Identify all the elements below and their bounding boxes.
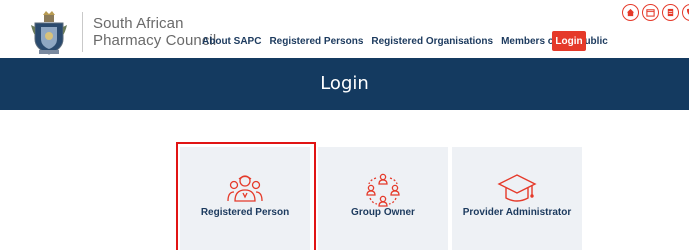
login-button[interactable]: Login xyxy=(552,31,586,51)
brand-name-line2: Pharmacy Council xyxy=(93,32,217,49)
brand-name-line1: South African xyxy=(93,15,184,32)
card-label-provider-administrator: Provider Administrator xyxy=(462,207,572,218)
card-label-registered-person: Registered Person xyxy=(200,207,290,218)
graduation-cap-icon xyxy=(452,171,582,209)
page-title: Login xyxy=(320,73,369,94)
site-header: South African Pharmacy Council About SAP… xyxy=(0,0,689,58)
brand-name[interactable]: South African Pharmacy Council xyxy=(93,15,216,49)
page-banner: Login xyxy=(0,58,689,110)
quick-links xyxy=(622,4,689,21)
login-option-provider-administrator[interactable]: Provider Administrator xyxy=(452,147,582,250)
sapc-crest-logo[interactable] xyxy=(29,9,69,55)
phone-icon[interactable] xyxy=(682,4,689,21)
nav-item-registered-persons[interactable]: Registered Persons xyxy=(269,36,363,47)
nav-item-about-sapc[interactable]: About SAPC xyxy=(202,36,261,47)
card-label-group-owner: Group Owner xyxy=(351,207,415,218)
document-icon[interactable] xyxy=(662,4,679,21)
logo-divider xyxy=(82,12,83,52)
nav-item-registered-organisations[interactable]: Registered Organisations xyxy=(371,36,493,47)
home-icon[interactable] xyxy=(622,4,639,21)
calendar-icon[interactable] xyxy=(642,4,659,21)
registered-person-icon xyxy=(180,171,310,209)
group-owner-icon xyxy=(318,171,448,209)
login-option-group-owner[interactable]: Group Owner xyxy=(318,147,448,250)
login-option-registered-person[interactable]: Registered Person xyxy=(180,147,310,250)
